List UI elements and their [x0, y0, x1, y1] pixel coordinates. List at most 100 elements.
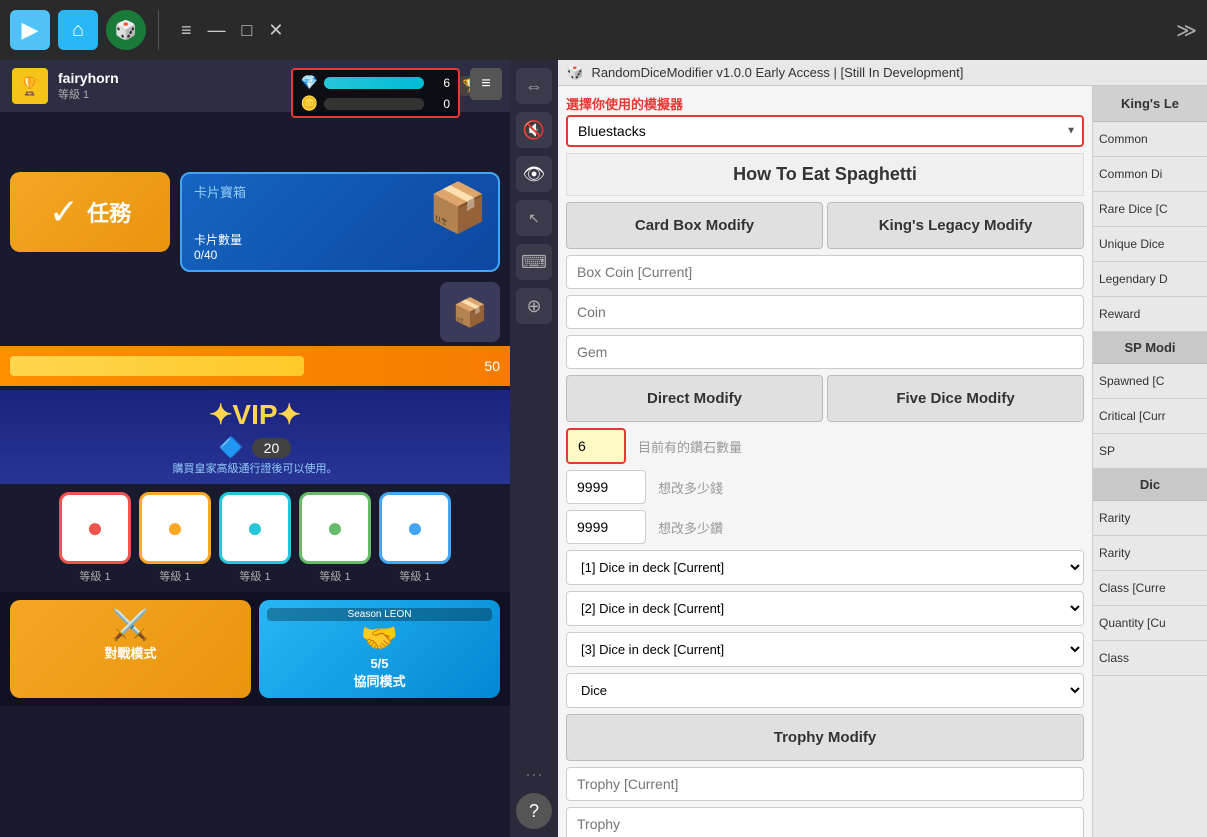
dice-level-0: 等級 1: [79, 568, 110, 584]
plus-btn[interactable]: ⊕: [516, 288, 552, 324]
dice-item-2: ● 等級 1: [219, 492, 291, 584]
dice-dot-orange: ●: [167, 512, 184, 544]
direct-diamond-value-input[interactable]: [566, 510, 646, 544]
coin-bar-row: 🪙 0: [301, 95, 450, 112]
gem-input-1[interactable]: [566, 335, 1084, 369]
direct-gem-hint: 目前有的鑽石數量: [638, 437, 742, 456]
more-dots[interactable]: ···: [525, 764, 543, 785]
gem-bar-row: 💎 6: [301, 74, 450, 91]
card-box-title: 卡片寶箱: [194, 182, 246, 201]
direct-coin-value-input[interactable]: [566, 470, 646, 504]
vip-coin-count: 20: [252, 438, 292, 458]
five-dice-modify-btn[interactable]: Five Dice Modify: [827, 375, 1084, 422]
dice2-select-wrapper: [2] Dice in deck [Current]: [566, 591, 1084, 626]
pointer-btn[interactable]: ↖: [516, 200, 552, 236]
sidebar-dice-2[interactable]: Quantity [Cu: [1093, 606, 1207, 641]
sidebar-class[interactable]: Class: [1093, 641, 1207, 676]
trophy-current-input[interactable]: [566, 767, 1084, 801]
coop-label: 5/5 協同模式: [267, 656, 492, 690]
mod-header: 🎲 RandomDiceModifier v1.0.0 Early Access…: [558, 60, 1207, 86]
home-icon[interactable]: ⌂: [58, 10, 98, 50]
direct-gem-value-input[interactable]: [566, 428, 626, 464]
close-icon[interactable]: ✕: [268, 20, 283, 41]
sidebar-item-2[interactable]: Unique Dice: [1093, 227, 1207, 262]
direct-diamond-row: 想改多少鑽: [566, 510, 1084, 544]
coin-input-1[interactable]: [566, 295, 1084, 329]
dice3-select-wrapper: [3] Dice in deck [Current]: [566, 632, 1084, 667]
dice-item-1: ● 等級 1: [139, 492, 211, 584]
sidebar-dice-1[interactable]: Class [Curre: [1093, 571, 1207, 606]
sidebar-sp-2[interactable]: SP: [1093, 434, 1207, 469]
card-box-modify-btn[interactable]: Card Box Modify: [566, 202, 823, 249]
sidebar-item-4[interactable]: Reward: [1093, 297, 1207, 332]
keyboard-btn[interactable]: ⌨: [516, 244, 552, 280]
maximize-icon[interactable]: □: [242, 20, 253, 41]
dice-dot-red: ●: [87, 512, 104, 544]
gem-bar-fill: [324, 77, 424, 89]
top-bar: ▶ ⌂ 🎲 ≡ — □ ✕ ≫: [0, 0, 1207, 60]
progress-area: 50: [0, 346, 510, 386]
battle-label: 對戰模式: [18, 643, 243, 662]
direct-modify-btn[interactable]: Direct Modify: [566, 375, 823, 422]
mod-main: 選擇你使用的模擬器 BluestacksNoxPlayerMEmuLDPlaye…: [558, 86, 1092, 837]
dice-item-4: ● 等級 1: [379, 492, 451, 584]
minimize-icon[interactable]: —: [208, 20, 226, 41]
dice1-select[interactable]: [1] Dice in deck [Current]: [566, 550, 1084, 585]
card-box-area[interactable]: 卡片寶箱 📦 卡片數量 0/40: [180, 172, 500, 272]
battle-button[interactable]: ⚔️ 對戰模式: [10, 600, 251, 698]
mission-button[interactable]: ✓ 任務: [10, 172, 170, 252]
gem-count: 6: [430, 76, 450, 90]
eye-btn[interactable]: 👁: [516, 156, 552, 192]
dice-type-select[interactable]: Dice: [566, 673, 1084, 708]
player-header: 🏆 fairyhorn 等級 1 🏆 0 💎 6 🪙: [0, 60, 510, 112]
coin-icon: 🪙: [301, 95, 318, 112]
battle-icon: ⚔️: [18, 608, 243, 643]
sidebar-kings-title: King's Le: [1093, 86, 1207, 122]
sidebar-item-1[interactable]: Rare Dice [C: [1093, 192, 1207, 227]
dice-face-blue[interactable]: ●: [379, 492, 451, 564]
sim-label: 選擇你使用的模擬器: [566, 94, 1084, 113]
window-controls: ≡ — □ ✕: [171, 20, 293, 41]
battle-modes: ⚔️ 對戰模式 Season LEON 🤝 5/5 協同模式: [0, 592, 510, 706]
mission-area: ✓ 任務 卡片寶箱 📦 卡片數量 0/40: [0, 162, 510, 282]
player-avatar: 🏆: [12, 68, 48, 104]
sidebar-dice-0[interactable]: Rarity: [1093, 536, 1207, 571]
dice-level-4: 等級 1: [399, 568, 430, 584]
sidebar-rarity[interactable]: Rarity: [1093, 501, 1207, 536]
sidebar-sp-0[interactable]: Spawned [C: [1093, 364, 1207, 399]
menu-icon[interactable]: ≡: [181, 20, 192, 41]
dice-face-orange[interactable]: ●: [139, 492, 211, 564]
game-panel: 🏆 fairyhorn 等級 1 🏆 0 💎 6 🪙: [0, 60, 510, 837]
dice1-select-wrapper: [1] Dice in deck [Current]: [566, 550, 1084, 585]
trophy-target-input[interactable]: [566, 807, 1084, 837]
dice-face-cyan[interactable]: ●: [219, 492, 291, 564]
game-icon[interactable]: 🎲: [106, 10, 146, 50]
dice-face-red[interactable]: ●: [59, 492, 131, 564]
menu-button[interactable]: ≡: [470, 68, 502, 100]
coop-icon: 🤝: [267, 621, 492, 656]
dice-level-1: 等級 1: [159, 568, 190, 584]
sidebar-sp-1[interactable]: Critical [Curr: [1093, 399, 1207, 434]
dice-dot-cyan: ●: [247, 512, 264, 544]
sidebar-collapse-btn[interactable]: ≫: [1176, 18, 1197, 43]
expand-btn[interactable]: ⇔: [516, 68, 552, 104]
chest-button[interactable]: 📦: [440, 282, 500, 342]
coop-button[interactable]: Season LEON 🤝 5/5 協同模式: [259, 600, 500, 698]
kings-legacy-modify-btn[interactable]: King's Legacy Modify: [827, 202, 1084, 249]
modifier-panel: 🎲 RandomDiceModifier v1.0.0 Early Access…: [558, 60, 1207, 837]
dice3-select[interactable]: [3] Dice in deck [Current]: [566, 632, 1084, 667]
bluestacks-icon[interactable]: ▶: [10, 10, 50, 50]
sim-select[interactable]: BluestacksNoxPlayerMEmuLDPlayer: [566, 115, 1084, 147]
box-coin-current-1-input[interactable]: [566, 255, 1084, 289]
dice2-select[interactable]: [2] Dice in deck [Current]: [566, 591, 1084, 626]
sidebar-common[interactable]: Common: [1093, 122, 1207, 157]
coin-bar-bg: [324, 98, 424, 110]
dice-face-green[interactable]: ●: [299, 492, 371, 564]
help-btn[interactable]: ?: [516, 793, 552, 829]
trophy-modify-btn[interactable]: Trophy Modify: [566, 714, 1084, 761]
separator: [158, 10, 159, 50]
direct-diamond-hint: 想改多少鑽: [658, 518, 723, 537]
sidebar-item-3[interactable]: Legendary D: [1093, 262, 1207, 297]
volume-btn[interactable]: 🔇: [516, 112, 552, 148]
sidebar-item-0[interactable]: Common Di: [1093, 157, 1207, 192]
